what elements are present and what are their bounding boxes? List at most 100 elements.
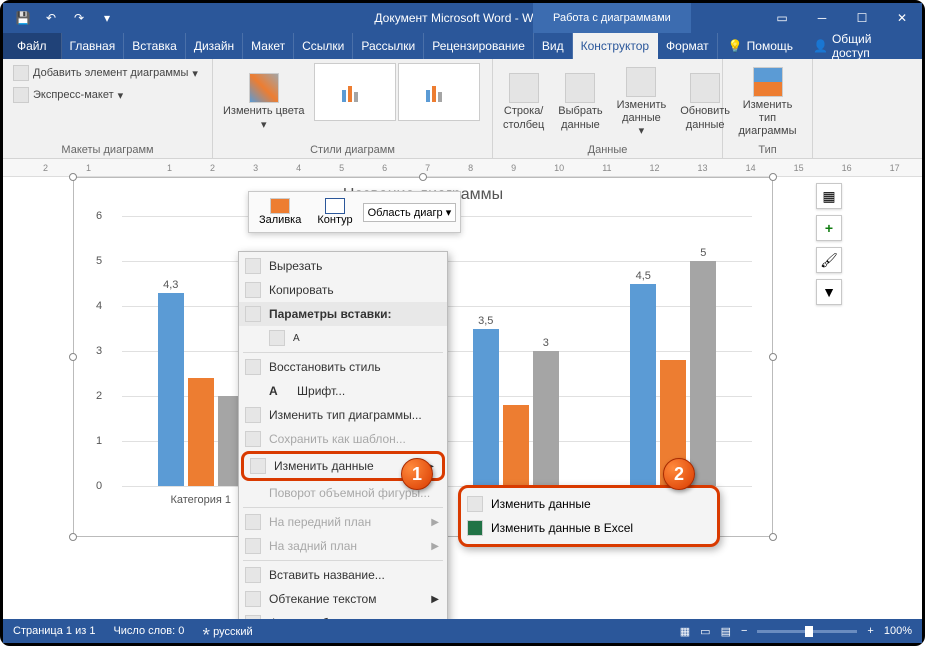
chart-bar[interactable] [473,329,499,487]
change-chart-type-button[interactable]: Изменить тип диаграммы [729,63,806,142]
tab-constructor[interactable]: Конструктор [573,33,658,59]
status-words[interactable]: Число слов: 0 [113,625,184,637]
chart-bar[interactable] [630,284,656,487]
status-page[interactable]: Страница 1 из 1 [13,625,95,637]
tab-home[interactable]: Главная [62,33,125,59]
ctx-text-wrap[interactable]: Обтекание текстом▶ [239,587,447,611]
outline-icon [325,198,345,214]
paste-option-icon [269,330,285,346]
front-icon [245,514,261,530]
help-button[interactable]: 💡Помощь [718,33,803,59]
quick-layout-button[interactable]: Экспресс-макет ▾ [9,85,206,105]
maximize-icon[interactable]: ☐ [842,3,882,33]
edit-data-icon [626,67,656,97]
zoom-level[interactable]: 100% [884,625,912,637]
chart-bar[interactable] [158,293,184,487]
chart-elements-button[interactable]: + [816,215,842,241]
annotation-marker-1: 1 [401,458,433,490]
chart-bar[interactable] [533,351,559,486]
lightbulb-icon: 💡 [728,39,743,53]
minimize-icon[interactable]: ─ [802,3,842,33]
chart-styles-button[interactable]: 🖌 [816,247,842,273]
quick-layout-icon [13,87,29,103]
chart-bar[interactable] [503,405,529,486]
tab-mailings[interactable]: Рассылки [353,33,424,59]
submenu-edit-data[interactable]: Изменить данные [461,492,717,516]
chart-element-combo[interactable]: Область диагр ▾ [363,203,457,222]
outline-button[interactable]: Контур [311,196,358,228]
ctx-change-type[interactable]: Изменить тип диаграммы... [239,403,447,427]
select-data-button[interactable]: Выбрать данные [554,63,606,142]
ribbon-options-icon[interactable]: ▭ [762,3,802,33]
tab-references[interactable]: Ссылки [294,33,353,59]
tab-format[interactable]: Формат [658,33,718,59]
chart-styles-gallery[interactable] [314,63,480,142]
fill-button[interactable]: Заливка [253,196,307,228]
save-icon[interactable]: 💾 [11,6,35,30]
chart-filters-button[interactable]: ▼ [816,279,842,305]
annotation-marker-2: 2 [663,458,695,490]
tab-view[interactable]: Вид [534,33,573,59]
refresh-icon [690,73,720,103]
view-web-icon[interactable]: ▤ [721,625,731,638]
fill-icon [270,198,290,214]
ctx-reset-style[interactable]: Восстановить стиль [239,355,447,379]
ribbon-tabs: Файл Главная Вставка Дизайн Макет Ссылки… [3,33,922,59]
redo-icon[interactable]: ↷ [67,6,91,30]
layout-options-button[interactable]: ▦ [816,183,842,209]
group-label-data: Данные [499,142,716,156]
ctx-copy[interactable]: Копировать [239,278,447,302]
undo-icon[interactable]: ↶ [39,6,63,30]
ctx-font[interactable]: A Шрифт... [239,379,447,403]
ctx-insert-caption[interactable]: Вставить название... [239,563,447,587]
view-read-icon[interactable]: ▦ [680,625,690,638]
window-title: Документ Microsoft Word - Word [374,11,550,25]
group-label-styles: Стили диаграмм [219,142,486,156]
chart-bar[interactable] [690,261,716,486]
ctx-cut[interactable]: Вырезать [239,254,447,278]
style-thumb[interactable] [398,63,480,121]
tab-file[interactable]: Файл [3,33,62,59]
ctx-paste-header: Параметры вставки: [239,302,447,326]
status-bar: Страница 1 из 1 Число слов: 0 🞰 русский … [3,619,922,643]
ctx-bring-front: На передний план▶ [239,510,447,534]
back-icon [245,538,261,554]
status-language[interactable]: 🞰 русский [202,623,252,640]
chart-type-icon [245,407,261,423]
template-icon [245,431,261,447]
chart-type-icon [753,67,783,97]
edit-data-button[interactable]: Изменить данные ▾ [613,63,671,142]
add-element-icon [13,65,29,81]
zoom-in-button[interactable]: + [867,625,873,637]
chart-bar[interactable] [188,378,214,486]
document-area[interactable]: Название диаграммы 0123456Категория 1Кат… [3,177,922,619]
change-colors-button[interactable]: Изменить цвета ▾ [219,63,308,142]
zoom-out-button[interactable]: − [741,625,747,637]
edit-data-icon [467,496,483,512]
edit-data-submenu: Изменить данные Изменить данные в Excel [458,485,720,547]
ctx-save-template: Сохранить как шаблон... [239,427,447,451]
group-label-type: Тип [729,142,806,156]
chart-side-buttons: ▦ + 🖌 ▼ [816,183,842,305]
view-print-icon[interactable]: ▭ [700,625,710,638]
mini-toolbar: Заливка Контур Область диагр ▾ [248,191,461,233]
group-label-layouts: Макеты диаграмм [9,142,206,156]
wrap-icon [245,591,261,607]
close-icon[interactable]: ✕ [882,3,922,33]
tab-layout[interactable]: Макет [243,33,294,59]
ctx-paste-option[interactable]: A [239,326,447,350]
switch-row-column-button[interactable]: Строка/столбец [499,63,548,142]
horizontal-ruler[interactable]: 211234567891011121314151617 [3,159,922,177]
qat-menu-icon[interactable]: ▾ [95,6,119,30]
zoom-slider[interactable] [757,630,857,633]
tab-review[interactable]: Рецензирование [424,33,534,59]
add-chart-element-button[interactable]: Добавить элемент диаграммы ▾ [9,63,206,83]
share-button[interactable]: 👤Общий доступ [803,33,922,59]
ctx-send-back: На задний план▶ [239,534,447,558]
tab-insert[interactable]: Вставка [124,33,186,59]
submenu-edit-data-excel[interactable]: Изменить данные в Excel [461,516,717,540]
context-menu: Вырезать Копировать Параметры вставки: A… [238,251,448,638]
style-thumb[interactable] [314,63,396,121]
title-bar: 💾 ↶ ↷ ▾ Документ Microsoft Word - Word Р… [3,3,922,33]
tab-design[interactable]: Дизайн [186,33,243,59]
